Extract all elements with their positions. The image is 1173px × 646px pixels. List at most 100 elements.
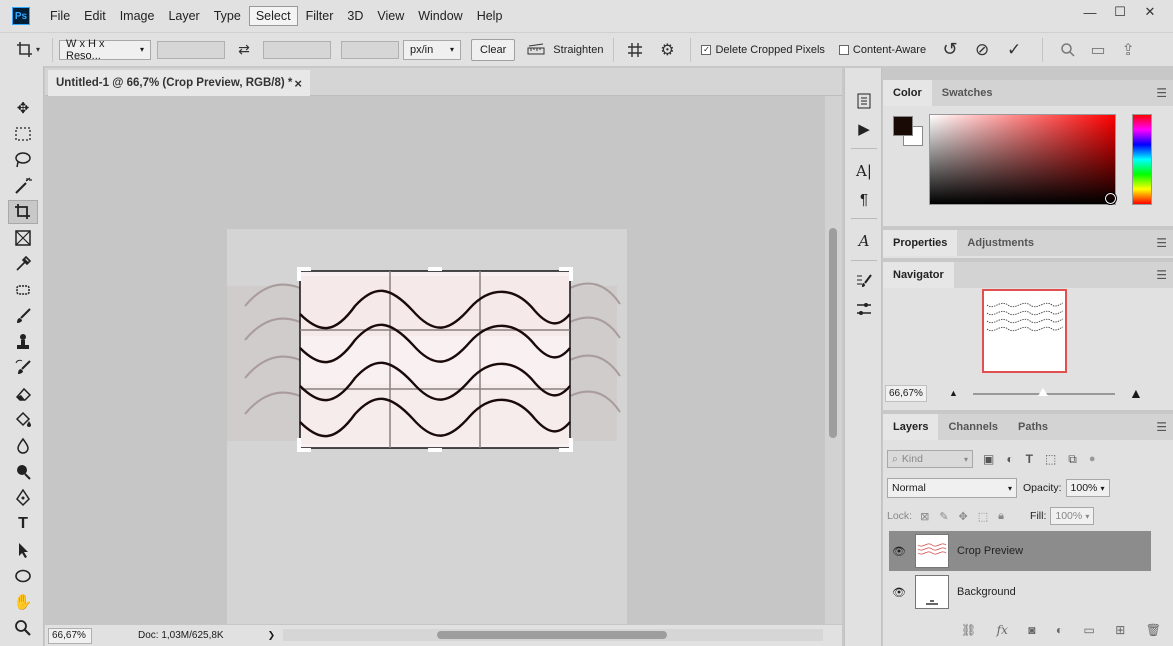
menu-3d[interactable]: 3D xyxy=(341,7,369,25)
status-menu-arrow[interactable]: ❯ xyxy=(268,630,276,641)
history-brush-tool-icon[interactable] xyxy=(8,356,38,380)
glyphs-panel-icon[interactable]: A xyxy=(853,230,875,252)
frame-tool-icon[interactable] xyxy=(8,226,38,250)
new-layer-icon[interactable]: ⊞ xyxy=(1115,623,1125,637)
dodge-tool-icon[interactable] xyxy=(8,460,38,484)
fill-field[interactable]: 100% ▾ xyxy=(1050,507,1095,525)
type-tool-icon[interactable]: T xyxy=(8,512,38,536)
link-layers-icon[interactable]: ⛓︎ xyxy=(961,623,976,637)
content-aware-checkbox[interactable] xyxy=(838,44,849,55)
paragraph-panel-icon[interactable]: ¶ xyxy=(853,188,875,210)
lock-position-icon[interactable]: ✥ xyxy=(959,510,968,523)
tab-properties[interactable]: Properties xyxy=(883,230,958,256)
menu-image[interactable]: Image xyxy=(114,7,161,25)
tab-channels[interactable]: Channels xyxy=(938,414,1008,440)
zoom-in-icon[interactable]: ▲ xyxy=(1129,385,1143,401)
healing-brush-tool-icon[interactable] xyxy=(8,278,38,302)
clear-button[interactable]: Clear xyxy=(471,38,516,61)
history-panel-icon[interactable] xyxy=(853,90,875,112)
new-group-icon[interactable]: ▭ xyxy=(1084,623,1095,637)
reset-crop-icon[interactable]: ↺ xyxy=(934,39,966,60)
close-icon[interactable]: × xyxy=(294,76,302,91)
brush-settings-icon[interactable] xyxy=(853,270,875,292)
crop-canvas[interactable] xyxy=(45,96,825,624)
tab-color[interactable]: Color xyxy=(883,80,932,106)
tab-adjustments[interactable]: Adjustments xyxy=(957,230,1044,256)
layer-name[interactable]: Crop Preview xyxy=(957,545,1023,557)
menu-window[interactable]: Window xyxy=(412,7,468,25)
panel-menu-icon[interactable]: ☰ xyxy=(1156,236,1167,250)
lock-transparent-icon[interactable]: ⊠ xyxy=(920,510,929,523)
magic-wand-tool-icon[interactable] xyxy=(8,174,38,198)
vertical-scrollbar[interactable] xyxy=(825,96,842,624)
marquee-tool-icon[interactable] xyxy=(8,122,38,146)
menu-edit[interactable]: Edit xyxy=(78,7,112,25)
document-tab[interactable]: Untitled-1 @ 66,7% (Crop Preview, RGB/8)… xyxy=(48,70,310,96)
lasso-tool-icon[interactable] xyxy=(8,148,38,172)
menu-file[interactable]: File xyxy=(44,7,76,25)
delete-cropped-option[interactable]: ✓ Delete Cropped Pixels xyxy=(701,44,825,56)
filter-shape-icon[interactable]: ⬚ xyxy=(1045,452,1056,466)
navigator-zoom-field[interactable]: 66,67% xyxy=(885,384,927,402)
crop-width-field[interactable] xyxy=(157,40,225,59)
crop-resolution-field[interactable] xyxy=(341,40,399,59)
layer-filter-select[interactable]: ⌕ Kind ▾ xyxy=(887,450,973,468)
layer-name[interactable]: Background xyxy=(957,586,1016,598)
filter-toggle-icon[interactable]: ● xyxy=(1089,453,1096,465)
layer-row-background[interactable]: 👁︎ Background xyxy=(889,572,1151,612)
crop-height-field[interactable] xyxy=(263,40,331,59)
eyedropper-tool-icon[interactable] xyxy=(8,252,38,276)
swap-dimensions-icon[interactable]: ⇄ xyxy=(225,41,263,58)
layer-effects-icon[interactable]: fx xyxy=(997,623,1008,637)
eye-icon[interactable]: 👁︎ xyxy=(889,545,909,558)
filter-pixel-icon[interactable]: ▣ xyxy=(983,452,994,466)
straighten-label[interactable]: Straighten xyxy=(553,44,603,56)
delete-cropped-checkbox[interactable]: ✓ xyxy=(701,44,712,55)
lock-pixels-icon[interactable]: ✎ xyxy=(939,510,948,523)
pen-tool-icon[interactable] xyxy=(8,486,38,510)
menu-type[interactable]: Type xyxy=(208,7,247,25)
brushes-panel-icon[interactable] xyxy=(853,298,875,320)
tab-swatches[interactable]: Swatches xyxy=(932,80,1003,106)
tab-navigator[interactable]: Navigator xyxy=(883,262,954,288)
ellipse-tool-icon[interactable] xyxy=(8,564,38,588)
filter-type-icon[interactable]: T xyxy=(1026,452,1033,466)
brush-tool-icon[interactable] xyxy=(8,304,38,328)
blend-mode-select[interactable]: Normal ▾ xyxy=(887,478,1017,498)
status-zoom-field[interactable]: 66,67% xyxy=(48,627,92,644)
filter-adjustment-icon[interactable]: ◐ xyxy=(1006,452,1013,466)
delete-layer-icon[interactable]: 🗑︎ xyxy=(1146,623,1161,637)
add-mask-icon[interactable]: ◙ xyxy=(1028,623,1035,637)
filter-smart-object-icon[interactable]: ⧉ xyxy=(1068,452,1077,467)
panel-menu-icon[interactable]: ☰ xyxy=(1156,86,1167,100)
crop-ratio-select[interactable]: W x H x Reso... ▾ xyxy=(59,38,151,62)
menu-filter[interactable]: Filter xyxy=(300,7,340,25)
opacity-field[interactable]: 100% ▾ xyxy=(1065,479,1110,497)
lock-artboard-icon[interactable]: ⬚ xyxy=(978,510,988,523)
blur-tool-icon[interactable] xyxy=(8,434,38,458)
commit-crop-icon[interactable]: ✓ xyxy=(998,40,1030,60)
overlay-grid-icon[interactable] xyxy=(620,42,650,58)
hand-tool-icon[interactable]: ✋ xyxy=(8,590,38,614)
zoom-tool-icon[interactable] xyxy=(8,616,38,640)
zoom-out-icon[interactable]: ▲ xyxy=(949,388,958,398)
character-panel-icon[interactable]: A| xyxy=(853,160,875,182)
tab-paths[interactable]: Paths xyxy=(1008,414,1058,440)
navigator-zoom-slider[interactable] xyxy=(973,388,1115,396)
hue-slider[interactable] xyxy=(1132,114,1152,205)
horizontal-scrollbar[interactable] xyxy=(283,629,823,641)
menu-layer[interactable]: Layer xyxy=(162,7,205,25)
layer-row-crop-preview[interactable]: 👁︎ Crop Preview xyxy=(889,531,1151,571)
crop-tool-icon[interactable] xyxy=(8,200,38,224)
move-tool-icon[interactable]: ✥ xyxy=(8,96,38,120)
color-picker-marker[interactable] xyxy=(1104,192,1117,205)
resolution-units-select[interactable]: px/in ▾ xyxy=(403,39,461,60)
eye-icon[interactable]: 👁︎ xyxy=(889,586,909,599)
lock-all-icon[interactable]: 🔒︎ xyxy=(998,510,1004,523)
menu-view[interactable]: View xyxy=(371,7,410,25)
paint-bucket-tool-icon[interactable] xyxy=(8,408,38,432)
foreground-color-swatch[interactable] xyxy=(893,116,913,136)
close-button[interactable]: ✕ xyxy=(1137,2,1163,22)
minimize-button[interactable]: — xyxy=(1077,2,1103,22)
gear-icon[interactable]: ⚙ xyxy=(650,40,684,60)
